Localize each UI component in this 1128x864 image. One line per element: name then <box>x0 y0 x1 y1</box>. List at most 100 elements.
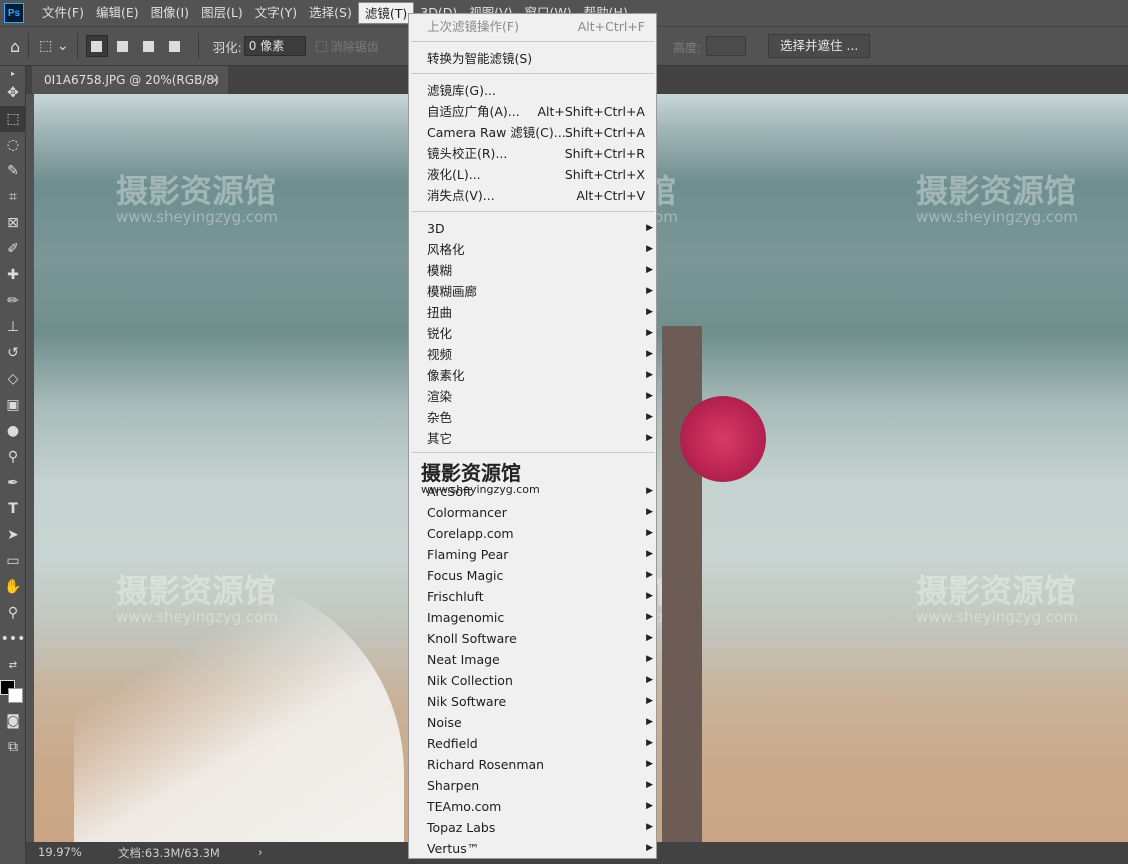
menu-item-label: Knoll Software <box>427 631 517 646</box>
menu-item-submenu-group5-6[interactable]: Imagenomic ▶ <box>427 607 657 628</box>
path-select-tool-icon[interactable]: ➤ <box>0 522 26 548</box>
marquee-preset-icon[interactable]: ⬚ ⌄ <box>39 38 68 54</box>
menu-item-submenu-group5-10[interactable]: Nik Software ▶ <box>427 691 657 712</box>
new-selection-button[interactable] <box>85 35 108 57</box>
menu-separator <box>411 211 654 212</box>
pen-tool-icon[interactable]: ✒ <box>0 470 26 496</box>
menu-item-filter-5[interactable]: 消失点(V)... Alt+Ctrl+V <box>427 185 657 206</box>
color-swatches[interactable] <box>0 678 26 708</box>
menu-item-filter-0[interactable]: 滤镜库(G)... <box>427 80 657 101</box>
intersect-selection-button[interactable] <box>164 35 186 57</box>
quick-select-tool-icon[interactable]: ✎ <box>0 158 26 184</box>
menu-item-submenu-group4-10[interactable]: 其它 ▶ <box>427 428 657 449</box>
menu-item-filter-3[interactable]: 镜头校正(R)... Shift+Ctrl+R <box>427 143 657 164</box>
menu-item-submenu-group4-6[interactable]: 视频 ▶ <box>427 344 657 365</box>
subtract-selection-button[interactable] <box>138 35 160 57</box>
divider <box>197 33 199 59</box>
submenu-arrow-icon: ▶ <box>646 717 653 727</box>
menu-item-filter-2[interactable]: Camera Raw 滤镜(C)... Shift+Ctrl+A <box>427 122 657 143</box>
move-tool-icon[interactable]: ✥ <box>0 80 26 106</box>
menu-item-submenu-group5-12[interactable]: Redfield ▶ <box>427 733 657 754</box>
menu-item-submenu-group5-15[interactable]: TEAmo.com ▶ <box>427 796 657 817</box>
more-tools-icon[interactable]: ••• <box>0 626 26 652</box>
menu-filter[interactable]: 滤镜(T) <box>357 2 415 24</box>
background-color-swatch[interactable] <box>8 688 23 703</box>
menu-item-submenu-group4-9[interactable]: 杂色 ▶ <box>427 407 657 428</box>
zoom-level[interactable]: 19.97% <box>38 845 82 859</box>
menu-item-submenu-group5-7[interactable]: Knoll Software ▶ <box>427 628 657 649</box>
menu-item-label: Nik Collection <box>427 673 513 688</box>
zoom-tool-icon[interactable]: ⚲ <box>0 600 26 626</box>
marquee-tool-icon[interactable]: ⬚ <box>0 106 26 132</box>
feather-input[interactable]: 0 像素 <box>243 36 306 56</box>
menu-item-last-filter[interactable]: 上次滤镜操作(F) Alt+Ctrl+F <box>427 16 657 37</box>
menu-item-submenu-group5-14[interactable]: Sharpen ▶ <box>427 775 657 796</box>
menu-file[interactable]: 文件(F) <box>36 2 90 24</box>
menu-item-submenu-group5-1[interactable]: Colormancer ▶ <box>427 502 657 523</box>
menu-type[interactable]: 文字(Y) <box>249 2 303 24</box>
add-selection-button[interactable] <box>112 35 134 57</box>
eraser-tool-icon[interactable]: ◇ <box>0 366 26 392</box>
brush-tool-icon[interactable]: ✏ <box>0 288 26 314</box>
home-icon[interactable]: ⌂ <box>10 37 20 56</box>
menu-image[interactable]: 图像(I) <box>145 2 195 24</box>
frame-tool-icon[interactable]: ⊠ <box>0 210 26 236</box>
lasso-tool-icon[interactable]: ◌ <box>0 132 26 158</box>
menu-item-submenu-group4-0[interactable]: 3D ▶ <box>427 218 657 239</box>
menu-item-filter-4[interactable]: 液化(L)... Shift+Ctrl+X <box>427 164 657 185</box>
status-menu-arrow[interactable]: › <box>258 845 263 859</box>
rectangle-tool-icon[interactable]: ▭ <box>0 548 26 574</box>
crop-tool-icon[interactable]: ⌗ <box>0 184 26 210</box>
dodge-tool-icon[interactable]: ⚲ <box>0 444 26 470</box>
submenu-arrow-icon: ▶ <box>646 780 653 790</box>
submenu-arrow-icon: ▶ <box>646 412 653 422</box>
menu-item-submenu-group5-5[interactable]: Frischluft ▶ <box>427 586 657 607</box>
menu-item-submenu-group5-9[interactable]: Nik Collection ▶ <box>427 670 657 691</box>
menu-item-submenu-group4-5[interactable]: 锐化 ▶ <box>427 323 657 344</box>
panel-grip-icon[interactable]: ▸ <box>0 66 26 80</box>
menu-edit[interactable]: 编辑(E) <box>90 2 145 24</box>
select-and-mask-button[interactable]: 选择并遮住 ... <box>768 34 871 58</box>
menu-item-convert-smart-filter[interactable]: 转换为智能滤镜(S) <box>427 48 657 69</box>
menu-item-submenu-group5-16[interactable]: Topaz Labs ▶ <box>427 817 657 838</box>
menu-item-submenu-group5-4[interactable]: Focus Magic ▶ <box>427 565 657 586</box>
healing-tool-icon[interactable]: ✚ <box>0 262 26 288</box>
menu-item-submenu-group4-8[interactable]: 渲染 ▶ <box>427 386 657 407</box>
menu-select[interactable]: 选择(S) <box>303 2 358 24</box>
stamp-tool-icon[interactable]: ⊥ <box>0 314 26 340</box>
menu-item-label: 像素化 <box>427 368 465 383</box>
menu-item-submenu-group4-7[interactable]: 像素化 ▶ <box>427 365 657 386</box>
menu-item-submenu-group4-3[interactable]: 模糊画廊 ▶ <box>427 281 657 302</box>
gradient-tool-icon[interactable]: ▣ <box>0 392 26 418</box>
menu-item-submenu-group5-3[interactable]: Flaming Pear ▶ <box>427 544 657 565</box>
menu-item-submenu-group5-17[interactable]: Vertus™ ▶ <box>427 838 657 859</box>
menu-item-shortcut: Alt+Ctrl+V <box>576 188 645 203</box>
eyedropper-tool-icon[interactable]: ✐ <box>0 236 26 262</box>
menu-item-submenu-group5-8[interactable]: Neat Image ▶ <box>427 649 657 670</box>
menu-layer[interactable]: 图层(L) <box>195 2 249 24</box>
menu-item-submenu-group4-1[interactable]: 风格化 ▶ <box>427 239 657 260</box>
hand-tool-icon[interactable]: ✋ <box>0 574 26 600</box>
antialias-checkbox[interactable] <box>315 40 327 52</box>
menu-item-submenu-group5-0[interactable]: ArcSoft ▶ <box>427 481 657 502</box>
swap-colors-icon[interactable]: ⇄ <box>0 652 26 678</box>
menu-item-submenu-group4-2[interactable]: 模糊 ▶ <box>427 260 657 281</box>
antialias-option[interactable]: 消除锯齿 <box>315 38 379 55</box>
menu-item-label: Focus Magic <box>427 568 504 583</box>
close-tab-icon[interactable]: × <box>210 66 220 94</box>
submenu-arrow-icon: ▶ <box>646 223 653 233</box>
submenu-arrow-icon: ▶ <box>646 307 653 317</box>
history-brush-tool-icon[interactable]: ↺ <box>0 340 26 366</box>
menu-item-submenu-group5-11[interactable]: Noise ▶ <box>427 712 657 733</box>
blur-tool-icon[interactable]: ● <box>0 418 26 444</box>
type-tool-icon[interactable]: T <box>0 496 26 522</box>
menu-item-label: Imagenomic <box>427 610 505 625</box>
screen-mode-icon[interactable]: ⧉ <box>0 734 26 760</box>
menu-item-submenu-group5-2[interactable]: Corelapp.com ▶ <box>427 523 657 544</box>
menu-item-filter-1[interactable]: 自适应广角(A)... Alt+Shift+Ctrl+A <box>427 101 657 122</box>
document-tab[interactable]: 0I1A6758.JPG @ 20%(RGB/8) × <box>32 66 228 94</box>
quick-mask-icon[interactable]: ◙ <box>0 708 26 734</box>
height-input[interactable] <box>706 36 746 56</box>
menu-item-submenu-group4-4[interactable]: 扭曲 ▶ <box>427 302 657 323</box>
menu-item-submenu-group5-13[interactable]: Richard Rosenman ▶ <box>427 754 657 775</box>
